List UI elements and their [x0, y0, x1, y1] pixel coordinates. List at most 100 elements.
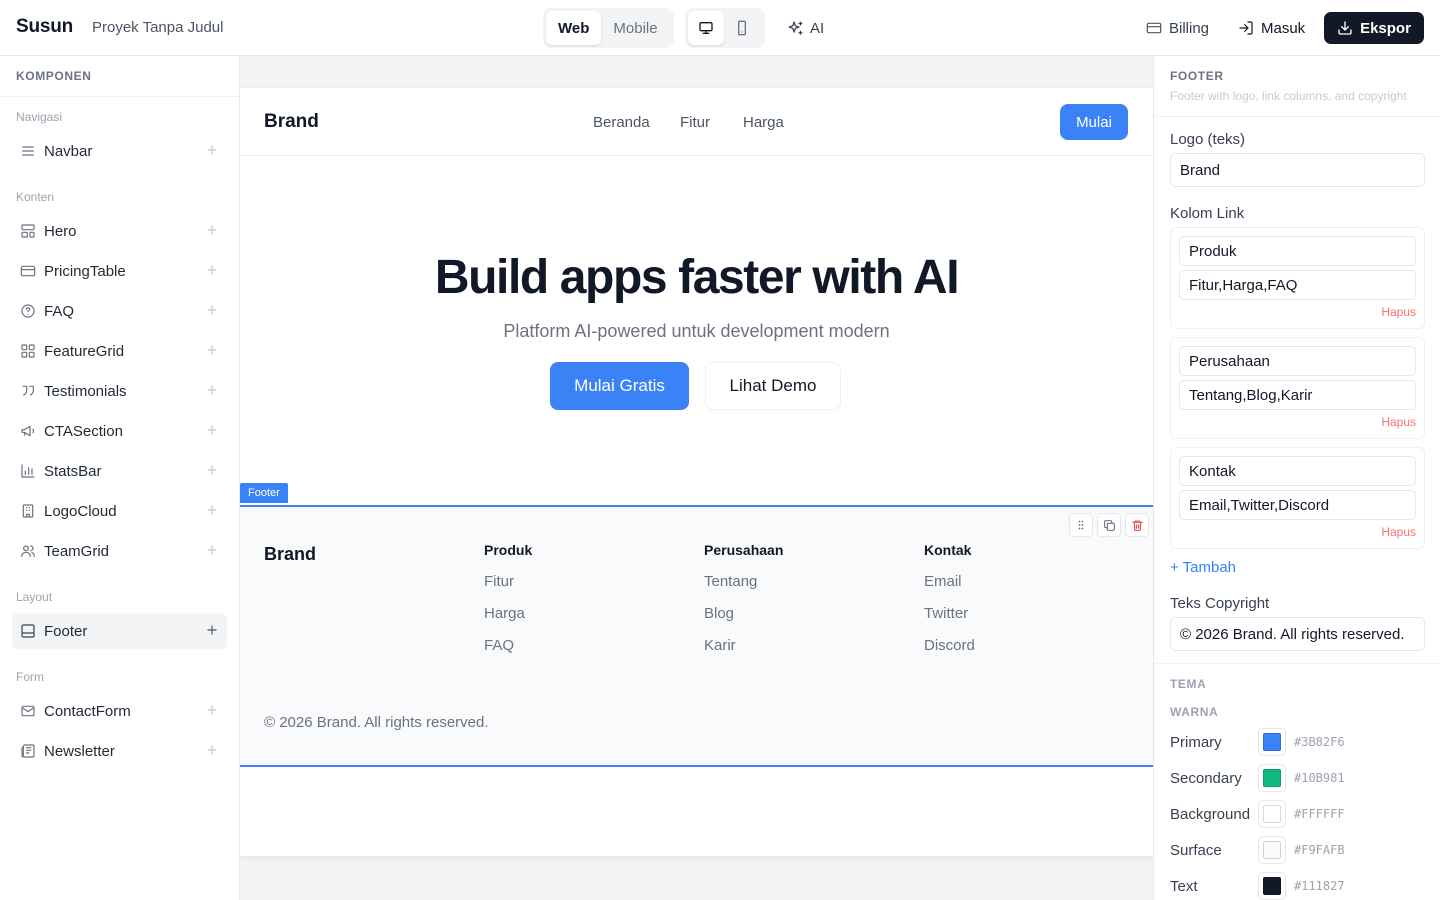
- link-column-card: Perusahaan Tentang,Blog,Karir Hapus: [1170, 337, 1425, 439]
- preview-footer-selected[interactable]: Brand Produk Fitur Harga FAQ Perusahaan …: [240, 505, 1153, 767]
- color-hex-value[interactable]: #10B981: [1294, 771, 1345, 785]
- color-swatch-button[interactable]: [1258, 872, 1286, 900]
- sidebar-item-testimonials[interactable]: Testimonials: [12, 373, 227, 409]
- selected-block-tag: Footer: [240, 483, 288, 503]
- sidebar-item-hero[interactable]: Hero: [12, 213, 227, 249]
- column-title-input[interactable]: Perusahaan: [1179, 346, 1416, 376]
- plus-icon[interactable]: [205, 343, 219, 357]
- plus-icon[interactable]: [205, 263, 219, 277]
- color-name: Primary: [1170, 733, 1222, 751]
- preview-footer-column: Kontak Email Twitter Discord: [924, 542, 975, 669]
- footer-link: Tentang: [704, 573, 758, 590]
- export-button[interactable]: Ekspor: [1324, 12, 1424, 44]
- color-swatch-button[interactable]: [1258, 800, 1286, 828]
- delete-column-button[interactable]: Hapus: [1381, 415, 1416, 429]
- sidebar-item-contactform[interactable]: ContactForm: [12, 693, 227, 729]
- preview-hero-subtitle: Platform AI-powered untuk development mo…: [503, 321, 890, 341]
- footer-column-title: Kontak: [924, 542, 972, 558]
- sidebar-item-ctasection[interactable]: CTASection: [12, 413, 227, 449]
- view-mobile-button[interactable]: Mobile: [601, 11, 669, 45]
- mobile-device-button[interactable]: [724, 11, 760, 45]
- color-swatch-fill: [1263, 769, 1281, 787]
- sidebar-item-label: LogoCloud: [44, 502, 117, 520]
- plus-icon[interactable]: [205, 503, 219, 517]
- duplicate-button[interactable]: [1097, 513, 1121, 537]
- color-hex-value[interactable]: #FFFFFF: [1294, 807, 1345, 821]
- sidebar-item-statsbar[interactable]: StatsBar: [12, 453, 227, 489]
- plus-icon[interactable]: [205, 463, 219, 477]
- ai-button[interactable]: AI: [787, 14, 824, 42]
- preview-hero-primary-button: Mulai Gratis: [550, 362, 689, 410]
- footer-link: Twitter: [924, 605, 969, 622]
- project-name[interactable]: Proyek Tanpa Judul: [92, 19, 223, 36]
- logo-text-input[interactable]: Brand: [1170, 153, 1425, 187]
- preview-nav-link: Fitur: [680, 114, 710, 131]
- drag-handle-button[interactable]: [1069, 513, 1093, 537]
- color-name: Text: [1170, 877, 1198, 895]
- sidebar-item-pricingtable[interactable]: PricingTable: [12, 253, 227, 289]
- copyright-text-input[interactable]: © 2026 Brand. All rights reserved.: [1170, 617, 1425, 651]
- desktop-device-button[interactable]: [688, 11, 724, 45]
- sidebar-item-faq[interactable]: FAQ: [12, 293, 227, 329]
- logo-label: Logo (teks): [1170, 131, 1246, 148]
- plus-icon[interactable]: [205, 423, 219, 437]
- color-hex-value[interactable]: #F9FAFB: [1294, 843, 1345, 857]
- sidebar-item-logocloud[interactable]: LogoCloud: [12, 493, 227, 529]
- link-columns-label: Kolom Link: [1170, 205, 1245, 222]
- color-hex-value[interactable]: #3B82F6: [1294, 735, 1345, 749]
- login-button[interactable]: Masuk: [1234, 12, 1309, 44]
- footer-link: Discord: [924, 637, 975, 654]
- app-name: Susun: [16, 16, 74, 37]
- preview-footer-column: Produk Fitur Harga FAQ: [484, 542, 532, 669]
- plus-icon[interactable]: [205, 223, 219, 237]
- column-title-input[interactable]: Kontak: [1179, 456, 1416, 486]
- preview-footer-column: Perusahaan Tentang Blog Karir: [704, 542, 783, 669]
- column-title-input[interactable]: Produk: [1179, 236, 1416, 266]
- plus-icon[interactable]: [205, 143, 219, 157]
- plus-icon[interactable]: [205, 303, 219, 317]
- column-links-input[interactable]: Tentang,Blog,Karir: [1179, 380, 1416, 410]
- column-links-input[interactable]: Email,Twitter,Discord: [1179, 490, 1416, 520]
- credit-card-icon: [20, 265, 36, 277]
- color-swatch-button[interactable]: [1258, 836, 1286, 864]
- preview-nav-link: Beranda: [593, 114, 650, 131]
- color-swatch-button[interactable]: [1258, 728, 1286, 756]
- sidebar-item-teamgrid[interactable]: TeamGrid: [12, 533, 227, 569]
- footer-link: Karir: [704, 637, 736, 654]
- panel-header: FOOTER Footer with logo, link columns, a…: [1154, 56, 1440, 117]
- plus-icon[interactable]: [205, 383, 219, 397]
- sidebar-item-navbar[interactable]: Navbar: [12, 133, 227, 169]
- color-swatch-button[interactable]: [1258, 764, 1286, 792]
- bar-chart-icon: [21, 464, 35, 478]
- view-web-button[interactable]: Web: [546, 11, 602, 45]
- billing-button[interactable]: Billing: [1142, 12, 1213, 44]
- plus-icon[interactable]: [205, 743, 219, 757]
- preview-footer-brand: Brand: [264, 544, 317, 564]
- group-label-konten: Konten: [16, 190, 55, 204]
- credit-card-icon: [1146, 22, 1162, 34]
- preview-hero-secondary-button: Lihat Demo: [705, 362, 841, 410]
- add-column-button[interactable]: + Tambah: [1170, 559, 1236, 576]
- delete-column-button[interactable]: Hapus: [1381, 525, 1416, 539]
- delete-column-button[interactable]: Hapus: [1381, 305, 1416, 319]
- color-hex-value[interactable]: #111827: [1294, 879, 1345, 893]
- color-name: Secondary: [1170, 769, 1242, 787]
- delete-block-button[interactable]: [1125, 513, 1149, 537]
- preview-nav-link: Harga: [743, 114, 784, 131]
- sidebar-item-label: Footer: [44, 622, 88, 640]
- colors-section-title: WARNA: [1170, 705, 1219, 719]
- preview-navbar-cta: Mulai: [1060, 104, 1128, 140]
- group-label-navigasi: Navigasi: [16, 110, 63, 124]
- plus-icon[interactable]: [205, 623, 219, 637]
- plus-icon[interactable]: [205, 703, 219, 717]
- sidebar-item-label: FAQ: [44, 302, 75, 320]
- column-links-input[interactable]: Fitur,Harga,FAQ: [1179, 270, 1416, 300]
- phone-icon: [738, 20, 746, 36]
- plus-icon[interactable]: [205, 543, 219, 557]
- sidebar-item-label: TeamGrid: [44, 542, 110, 560]
- preview-navbar[interactable]: Brand Beranda Fitur Harga Mulai: [240, 88, 1153, 156]
- sidebar-item-footer[interactable]: Footer: [12, 613, 227, 649]
- sidebar-item-newsletter[interactable]: Newsletter: [12, 733, 227, 769]
- trash-icon: [1131, 520, 1143, 531]
- sidebar-item-featuregrid[interactable]: FeatureGrid: [12, 333, 227, 369]
